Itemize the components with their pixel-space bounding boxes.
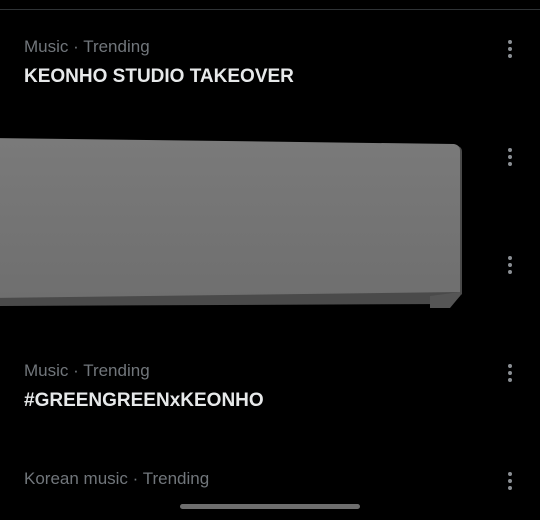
more-vertical-icon: [508, 256, 512, 274]
home-indicator[interactable]: [180, 504, 360, 509]
more-vertical-icon: [508, 148, 512, 166]
trend-4-more-button[interactable]: [496, 359, 524, 387]
trend-item-5[interactable]: Korean music · Trending: [0, 469, 540, 520]
trend-3-more-button[interactable]: [496, 251, 524, 279]
trend-meta: Music · Trending: [24, 37, 150, 56]
trend-title[interactable]: KEONHO STUDIO TAKEOVER: [24, 66, 294, 88]
more-vertical-icon: [508, 40, 512, 58]
top-divider: [0, 9, 540, 10]
trend-title[interactable]: #GREENGREENxKEONHO: [24, 390, 264, 412]
more-vertical-icon: [508, 472, 512, 490]
trend-meta: Korean music · Trending: [24, 469, 210, 488]
trend-meta: Music · Trending: [24, 361, 150, 380]
trend-5-more-button[interactable]: [496, 467, 524, 495]
more-vertical-icon: [508, 364, 512, 382]
trend-2-more-button[interactable]: [496, 143, 524, 171]
trend-1-more-button[interactable]: [496, 35, 524, 63]
trend-item-1[interactable]: Music · Trending KEONHO STUDIO TAKEOVER: [0, 37, 540, 145]
trend-item-4[interactable]: Music · Trending #GREENGREENxKEONHO: [0, 361, 540, 469]
redaction-overlay: [0, 138, 462, 308]
